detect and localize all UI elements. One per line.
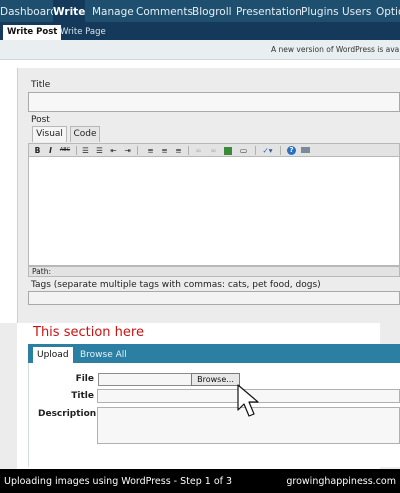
nav-dashboard[interactable]: Dashboard (0, 0, 57, 22)
caption-bar: Uploading images using WordPress - Step … (0, 469, 400, 493)
post-label: Post (31, 115, 50, 125)
strikethrough-icon[interactable]: ABC (58, 146, 72, 155)
tags-label: Tags (separate multiple tags with commas… (31, 280, 321, 290)
post-title-input[interactable] (28, 92, 400, 112)
title-label: Title (31, 80, 51, 90)
file-label: File (75, 374, 94, 384)
toolbar-separator (280, 146, 281, 155)
caption-text: Uploading images using WordPress - Step … (4, 476, 233, 487)
tab-upload[interactable]: Upload (33, 347, 73, 363)
subnav-write-post[interactable]: Write Post (3, 25, 62, 40)
bold-icon[interactable]: B (33, 146, 42, 155)
tags-input[interactable] (28, 291, 400, 305)
caption-site: growinghappiness.com (286, 476, 396, 487)
nav-comments[interactable]: Comments (136, 0, 193, 22)
toolbar-separator (188, 146, 189, 155)
post-content-area[interactable] (28, 157, 400, 266)
update-notice: A new version of WordPress is ava (0, 40, 400, 60)
description-label: Description (38, 409, 97, 419)
toolbar-separator (255, 146, 256, 155)
toolbar-toggle-icon[interactable] (301, 147, 310, 153)
indent-icon[interactable]: ⇥ (123, 146, 132, 155)
align-left-icon[interactable]: ≡ (146, 146, 155, 155)
sub-nav: Write Post Write Page (0, 22, 400, 40)
subnav-write-page[interactable]: Write Page (56, 25, 110, 40)
nav-presentation[interactable]: Presentation (236, 0, 302, 22)
upload-title-label: Title (71, 391, 94, 401)
nav-blogroll[interactable]: Blogroll (192, 0, 232, 22)
unlink-icon[interactable]: ∞ (209, 146, 218, 155)
toolbar-separator (76, 146, 77, 155)
editor-toolbar: B I ABC ☰ ☰ ⇤ ⇥ ≡ ≡ ≡ ∞ ∞ ▭ ✓▾ ? (28, 143, 400, 157)
italic-icon[interactable]: I (46, 146, 55, 155)
numbered-list-icon[interactable]: ☰ (95, 146, 104, 155)
left-gutter (0, 323, 17, 469)
highlight-title: This section here (33, 325, 144, 340)
tab-browse-all[interactable]: Browse All (76, 347, 131, 363)
align-center-icon[interactable]: ≡ (160, 146, 169, 155)
nav-users[interactable]: Users (342, 0, 372, 22)
editor-path-bar: Path: (28, 266, 400, 277)
bulleted-list-icon[interactable]: ☰ (81, 146, 90, 155)
link-icon[interactable]: ∞ (194, 146, 203, 155)
upload-tabs: Upload Browse All (28, 344, 400, 363)
file-input[interactable] (98, 373, 192, 386)
tab-code[interactable]: Code (70, 126, 100, 142)
toolbar-separator (137, 146, 138, 155)
update-notice-text[interactable]: A new version of WordPress is ava (271, 45, 399, 54)
browse-button[interactable]: Browse... (191, 373, 240, 386)
nav-write[interactable]: Write (53, 0, 85, 22)
mouse-pointer-icon (237, 384, 259, 417)
nav-plugins[interactable]: Plugins (301, 0, 339, 22)
top-nav: Dashboard Write Manage Comments Blogroll… (0, 0, 400, 22)
spellcheck-icon[interactable]: ✓▾ (261, 146, 274, 155)
help-icon[interactable]: ? (287, 146, 296, 155)
tab-visual[interactable]: Visual (32, 126, 67, 142)
outdent-icon[interactable]: ⇤ (109, 146, 118, 155)
path-label: Path: (32, 267, 52, 276)
align-right-icon[interactable]: ≡ (174, 146, 183, 155)
image-icon[interactable] (224, 147, 232, 155)
more-icon[interactable]: ▭ (239, 146, 248, 155)
nav-options[interactable]: Optio (376, 0, 400, 22)
nav-manage[interactable]: Manage (92, 0, 134, 22)
